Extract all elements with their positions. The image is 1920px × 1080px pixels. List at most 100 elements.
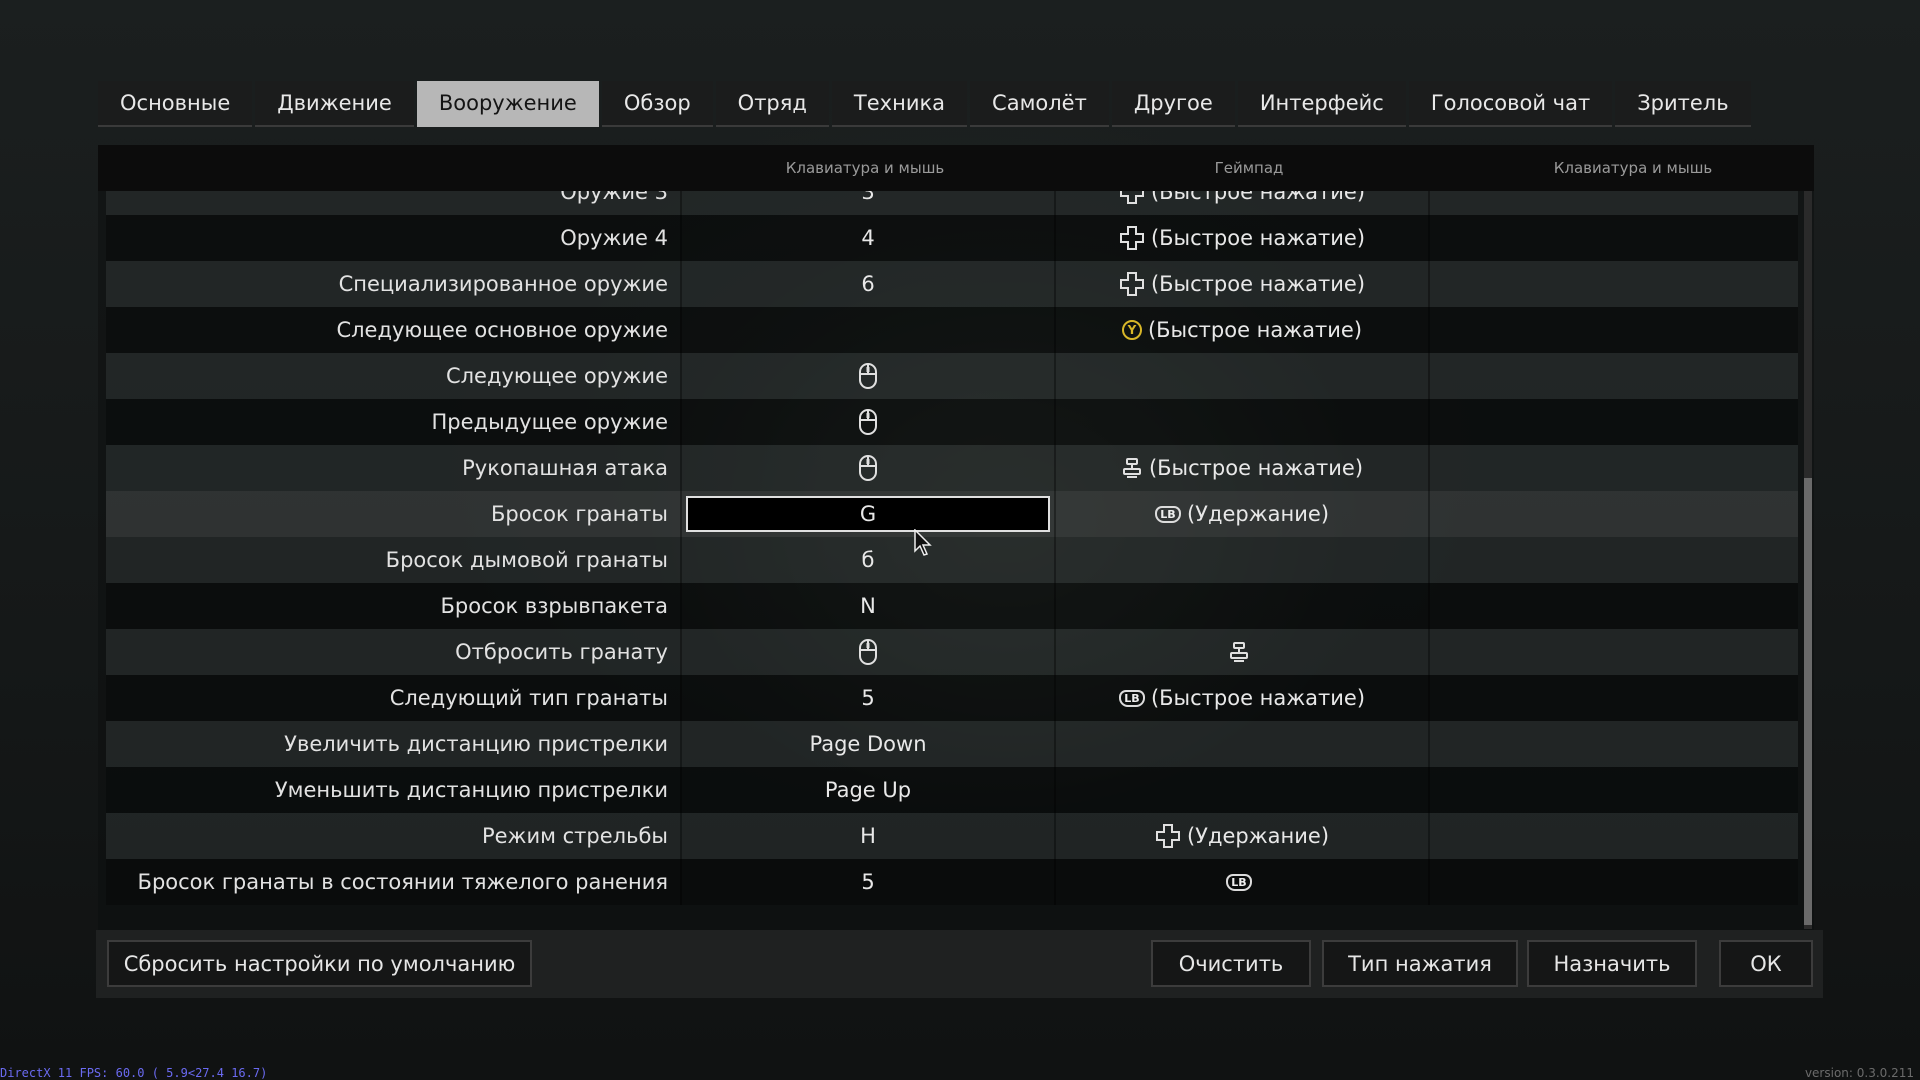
- keyboard-alt-binding[interactable]: [1434, 191, 1798, 215]
- gamepad-binding[interactable]: (Быстрое нажатие): [1060, 215, 1424, 261]
- binding-row[interactable]: Бросок взрывпакета N: [106, 583, 1798, 629]
- binding-row[interactable]: Следующее основное оружие Y (Быстрое нажат…: [106, 307, 1798, 353]
- keyboard-alt-binding[interactable]: [1434, 721, 1798, 767]
- lb-label: LB: [1226, 873, 1252, 891]
- keyboard-alt-binding[interactable]: [1434, 583, 1798, 629]
- binding-row[interactable]: Рукопашная атака (Быстрое нажатие): [106, 445, 1798, 491]
- binding-row[interactable]: Уменьшить дистанцию пристрелки Page Up: [106, 767, 1798, 813]
- gamepad-binding[interactable]: LB: [1060, 859, 1424, 905]
- keyboard-binding[interactable]: [686, 629, 1050, 675]
- tab-11[interactable]: Зритель: [1615, 81, 1751, 127]
- ok-button[interactable]: ОК: [1719, 940, 1813, 987]
- keyboard-alt-binding[interactable]: [1434, 399, 1798, 445]
- scrollbar-thumb[interactable]: [1804, 478, 1812, 925]
- binding-row[interactable]: Увеличить дистанцию пристрелки Page Down: [106, 721, 1798, 767]
- scrollbar[interactable]: [1804, 191, 1812, 929]
- keyboard-binding[interactable]: 4: [686, 215, 1050, 261]
- gamepad-binding[interactable]: Y (Быстрое нажатие): [1060, 307, 1424, 353]
- binding-row[interactable]: Оружие 3 3 (Быстрое нажатие): [106, 191, 1798, 215]
- gamepad-binding[interactable]: [1060, 629, 1424, 675]
- keyboard-binding[interactable]: 5: [686, 859, 1050, 905]
- gamepad-binding[interactable]: (Быстрое нажатие): [1060, 261, 1424, 307]
- tab-5[interactable]: Отряд: [715, 81, 829, 127]
- keyboard-binding[interactable]: [686, 399, 1050, 445]
- binding-row[interactable]: Следующее оружие: [106, 353, 1798, 399]
- key-label: 4: [861, 226, 875, 250]
- binding-row[interactable]: Бросок дымовой гранаты б: [106, 537, 1798, 583]
- press-type-button[interactable]: Тип нажатия: [1322, 940, 1518, 987]
- tab-1[interactable]: Основные: [98, 81, 253, 127]
- keyboard-alt-binding[interactable]: [1434, 215, 1798, 261]
- column-divider: [1428, 859, 1430, 905]
- keyboard-binding[interactable]: [686, 353, 1050, 399]
- tab-6[interactable]: Техника: [831, 81, 968, 127]
- reset-defaults-button[interactable]: Сбросить настройки по умолчанию: [107, 940, 532, 987]
- y-button-icon: Y: [1121, 320, 1142, 340]
- keyboard-alt-binding[interactable]: [1434, 859, 1798, 905]
- gamepad-binding[interactable]: [1060, 353, 1424, 399]
- gamepad-binding[interactable]: [1060, 399, 1424, 445]
- keyboard-alt-binding[interactable]: [1434, 675, 1798, 721]
- keyboard-binding[interactable]: Page Down: [686, 721, 1050, 767]
- tab-7[interactable]: Самолёт: [970, 81, 1109, 127]
- tab-4[interactable]: Обзор: [601, 81, 713, 127]
- keyboard-alt-binding[interactable]: [1434, 491, 1798, 537]
- keyboard-alt-binding[interactable]: [1434, 629, 1798, 675]
- gamepad-binding[interactable]: LB (Удержание): [1060, 491, 1424, 537]
- column-divider: [1054, 399, 1056, 445]
- keyboard-binding[interactable]: N: [686, 583, 1050, 629]
- tab-2[interactable]: Движение: [255, 81, 414, 127]
- column-divider: [1054, 675, 1056, 721]
- gamepad-binding[interactable]: LB (Быстрое нажатие): [1060, 675, 1424, 721]
- keyboard-binding[interactable]: [686, 445, 1050, 491]
- keyboard-alt-binding[interactable]: [1434, 767, 1798, 813]
- keyboard-binding[interactable]: H: [686, 813, 1050, 859]
- column-divider: [680, 445, 682, 491]
- binding-row[interactable]: Следующий тип гранаты 5 LB (Быстрое нажатие…: [106, 675, 1798, 721]
- keyboard-alt-binding[interactable]: [1434, 307, 1798, 353]
- gamepad-binding[interactable]: [1060, 537, 1424, 583]
- keyboard-alt-binding[interactable]: [1434, 537, 1798, 583]
- binding-row[interactable]: Режим стрельбы H (Удержание): [106, 813, 1798, 859]
- action-label: Уменьшить дистанцию пристрелки: [274, 778, 668, 802]
- column-divider: [1054, 813, 1056, 859]
- keyboard-binding[interactable]: Page Up: [686, 767, 1050, 813]
- tab-8[interactable]: Другое: [1111, 81, 1235, 127]
- keyboard-binding[interactable]: 5: [686, 675, 1050, 721]
- gamepad-binding[interactable]: [1060, 767, 1424, 813]
- binding-row[interactable]: Оружие 4 4 (Быстрое нажатие): [106, 215, 1798, 261]
- binding-row[interactable]: Отбросить гранату: [106, 629, 1798, 675]
- binding-row[interactable]: Бросок гранаты G LB (Удержание): [106, 491, 1798, 537]
- gamepad-binding[interactable]: [1060, 721, 1424, 767]
- column-divider: [680, 721, 682, 767]
- gamepad-binding[interactable]: (Быстрое нажатие): [1060, 191, 1424, 215]
- keyboard-binding[interactable]: [686, 307, 1050, 353]
- binding-row[interactable]: Бросок гранаты в состоянии тяжелого ране…: [106, 859, 1798, 905]
- tab-10[interactable]: Голосовой чат: [1408, 81, 1613, 127]
- bindings-list[interactable]: Оружие 3 3 (Быстрое нажатие) Оружие 4 4 (Быст…: [106, 191, 1798, 929]
- column-divider: [1428, 261, 1430, 307]
- column-divider: [1428, 583, 1430, 629]
- gamepad-binding[interactable]: (Быстрое нажатие): [1060, 445, 1424, 491]
- assign-button[interactable]: Назначить: [1527, 940, 1697, 987]
- action-label: Предыдущее оружие: [431, 410, 668, 434]
- keyboard-alt-binding[interactable]: [1434, 261, 1798, 307]
- binding-row[interactable]: Предыдущее оружие: [106, 399, 1798, 445]
- keyboard-binding[interactable]: 3: [686, 191, 1050, 215]
- tab-9[interactable]: Интерфейс: [1237, 81, 1406, 127]
- key-label: 5: [861, 686, 875, 710]
- keyboard-binding[interactable]: б: [686, 537, 1050, 583]
- keyboard-alt-binding[interactable]: [1434, 353, 1798, 399]
- tab-3[interactable]: Вооружение: [416, 81, 599, 127]
- binding-row[interactable]: Специализированное оружие 6 (Быстрое нажат…: [106, 261, 1798, 307]
- gamepad-binding[interactable]: (Удержание): [1060, 813, 1424, 859]
- press-type-label: (Быстрое нажатие): [1148, 456, 1364, 480]
- column-divider: [1428, 445, 1430, 491]
- keyboard-binding[interactable]: G: [686, 496, 1050, 532]
- keyboard-alt-binding[interactable]: [1434, 813, 1798, 859]
- keyboard-binding[interactable]: 6: [686, 261, 1050, 307]
- keyboard-alt-binding[interactable]: [1434, 445, 1798, 491]
- action-label: Следующий тип гранаты: [389, 686, 668, 710]
- clear-button[interactable]: Очистить: [1151, 940, 1311, 987]
- gamepad-binding[interactable]: [1060, 583, 1424, 629]
